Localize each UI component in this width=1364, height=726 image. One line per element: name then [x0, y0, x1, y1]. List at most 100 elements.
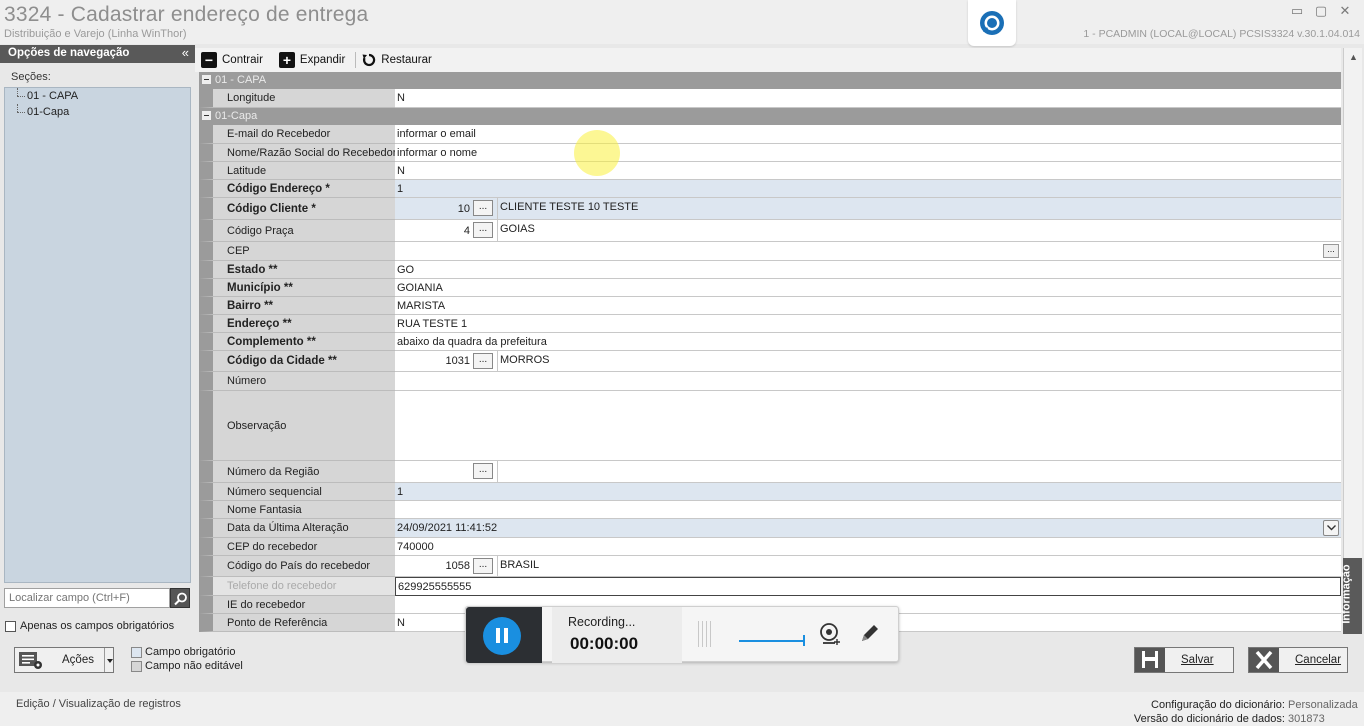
client-code-field[interactable]: 10 ... CLIENTE TESTE 10 TESTE	[395, 198, 1341, 220]
expand-button[interactable]: + Expandir	[278, 52, 357, 68]
row-fantasia: Nome Fantasia	[199, 501, 1341, 519]
cancel-button[interactable]: Cancelar	[1248, 647, 1348, 673]
dict-version-value: 301873	[1288, 713, 1325, 725]
number-field[interactable]	[395, 372, 1341, 391]
trade-name-field[interactable]	[395, 501, 1341, 519]
receiver-cep-field[interactable]: 740000	[395, 538, 1341, 556]
find-field-input[interactable]	[4, 588, 170, 608]
city-code-field[interactable]: 1031 ... MORROS	[395, 351, 1341, 372]
region-number-field[interactable]: ...	[395, 461, 1341, 483]
field-label: Número sequencial	[199, 483, 395, 501]
cep-field[interactable]: ...	[395, 242, 1341, 261]
receiver-phone-field[interactable]: 629925555555	[395, 577, 1341, 596]
latitude-field[interactable]: N	[395, 162, 1341, 180]
collapse-category-icon[interactable]	[202, 111, 211, 120]
region-lookup-button[interactable]: ...	[473, 463, 493, 479]
field-label: Nome/Razão Social do Recebedor	[199, 144, 395, 162]
row-bairro: Bairro ** MARISTA	[199, 297, 1341, 315]
praca-lookup-button[interactable]: ...	[473, 222, 493, 238]
region-description	[497, 461, 500, 482]
city-field[interactable]: GOIANIA	[395, 279, 1341, 297]
sequence-number-field[interactable]: 1	[395, 483, 1341, 501]
address-code-field[interactable]: 1	[395, 180, 1341, 198]
city-lookup-button[interactable]: ...	[473, 353, 493, 369]
country-description: BRASIL	[497, 556, 539, 576]
client-code-value[interactable]: 10	[395, 198, 473, 219]
longitude-field[interactable]: N	[395, 89, 1341, 108]
field-label: Latitude	[199, 162, 395, 180]
field-label: CEP	[199, 242, 395, 261]
state-field[interactable]: GO	[395, 261, 1341, 279]
only-required-checkbox[interactable]	[5, 620, 16, 632]
field-label: Bairro **	[199, 297, 395, 315]
country-lookup-button[interactable]: ...	[473, 558, 493, 574]
nav-header-title: Opções de navegação	[8, 47, 130, 59]
receiver-name-field[interactable]: informar o nome	[395, 144, 1341, 162]
field-label: Data da Última Alteração	[199, 519, 395, 538]
status-mode: Edição / Visualização de registros	[16, 698, 181, 710]
row-estado: Estado ** GO	[199, 261, 1341, 279]
last-change-date-field[interactable]: 24/09/2021 11:41:52	[395, 519, 1341, 538]
last-change-date-value[interactable]: 24/09/2021 11:41:52	[397, 522, 497, 534]
restore-button[interactable]: Restaurar	[362, 53, 442, 67]
cancel-label: Cancelar	[1295, 654, 1342, 666]
save-button[interactable]: Salvar	[1134, 647, 1234, 673]
row-cep: CEP ...	[199, 242, 1341, 261]
sections-tree: 01 - CAPA 01-Capa	[4, 87, 191, 583]
category-capa[interactable]: 01 - CAPA	[199, 72, 1341, 89]
notes-field[interactable]	[395, 391, 1341, 461]
window-subtitle: Distribuição e Varejo (Linha WinThor)	[4, 28, 187, 40]
nav-header: Opções de navegação «	[0, 45, 195, 63]
only-required-option[interactable]: Apenas os campos obrigatórios	[5, 620, 174, 632]
required-swatch	[131, 646, 142, 658]
find-field-button[interactable]	[170, 588, 190, 608]
praca-code-field[interactable]: 4 ... GOIAS	[395, 220, 1341, 242]
pen-icon[interactable]	[858, 621, 882, 648]
tree-item-capa-sub[interactable]: 01-Capa	[5, 104, 190, 120]
field-label: Observação	[199, 391, 395, 461]
dict-config-label: Configuração do dicionário:	[1151, 699, 1285, 711]
property-grid: 01 - CAPA Longitude N 01-Capa E-mail do …	[199, 72, 1341, 632]
actions-icon	[18, 650, 44, 670]
maximize-icon[interactable]: ▢	[1312, 2, 1330, 20]
country-code-field[interactable]: 1058 ... BRASIL	[395, 556, 1341, 577]
city-code-value[interactable]: 1031	[395, 351, 473, 371]
cep-lookup-button[interactable]: ...	[1323, 244, 1339, 258]
info-panel-tab[interactable]: Informação	[1341, 558, 1362, 634]
tree-item-capa[interactable]: 01 - CAPA	[5, 88, 190, 104]
close-icon[interactable]: ✕	[1336, 2, 1354, 20]
field-label: Número	[199, 372, 395, 391]
dict-config-value: Personalizada	[1288, 699, 1358, 711]
date-dropdown-button[interactable]	[1323, 520, 1339, 536]
collapse-button[interactable]: − Contrair	[201, 52, 273, 68]
district-field[interactable]: MARISTA	[395, 297, 1341, 315]
client-description: CLIENTE TESTE 10 TESTE	[497, 198, 638, 219]
row-longitude: Longitude N	[199, 89, 1341, 108]
actions-dropdown-icon[interactable]	[104, 648, 113, 672]
row-email: E-mail do Recebedor informar o email	[199, 125, 1341, 144]
region-code-value[interactable]	[395, 461, 473, 482]
field-label: Endereço **	[199, 315, 395, 333]
email-field[interactable]: informar o email	[395, 125, 1341, 144]
pause-icon[interactable]	[483, 617, 521, 655]
row-observacao: Observação	[199, 391, 1341, 461]
country-code-value[interactable]: 1058	[395, 556, 473, 576]
scroll-up-icon[interactable]: ▲	[1349, 52, 1358, 62]
webcam-icon[interactable]	[818, 621, 844, 650]
praca-code-value[interactable]: 4	[395, 220, 473, 241]
vertical-scrollbar[interactable]: ▲	[1343, 48, 1362, 558]
row-cod-cidade: Código da Cidade ** 1031 ... MORROS	[199, 351, 1341, 372]
volume-slider[interactable]	[739, 635, 805, 646]
complement-field[interactable]: abaixo da quadra da prefeitura	[395, 333, 1341, 351]
minimize-icon[interactable]: ▭	[1288, 2, 1306, 20]
actions-button[interactable]: Ações	[14, 647, 114, 673]
drag-handle[interactable]	[698, 621, 714, 647]
category-capa-sub[interactable]: 01-Capa	[199, 108, 1341, 125]
title-bar: 3324 - Cadastrar endereço de entrega Dis…	[0, 0, 1364, 46]
collapse-category-icon[interactable]	[202, 75, 211, 84]
row-data-alt: Data da Última Alteração 24/09/2021 11:4…	[199, 519, 1341, 538]
restore-label: Restaurar	[381, 54, 432, 66]
address-field[interactable]: RUA TESTE 1	[395, 315, 1341, 333]
collapse-nav-icon[interactable]: «	[182, 45, 189, 60]
client-lookup-button[interactable]: ...	[473, 200, 493, 216]
